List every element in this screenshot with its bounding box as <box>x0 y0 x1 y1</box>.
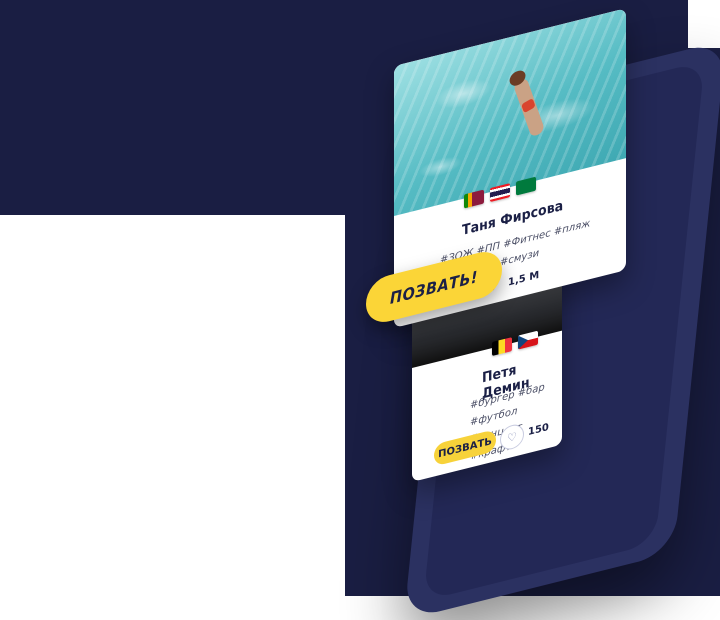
likes-count: 1,5 М <box>508 269 540 289</box>
invite-cta-label: ПОЗВАТЬ! <box>390 266 478 308</box>
swimmer-figure <box>512 76 546 139</box>
